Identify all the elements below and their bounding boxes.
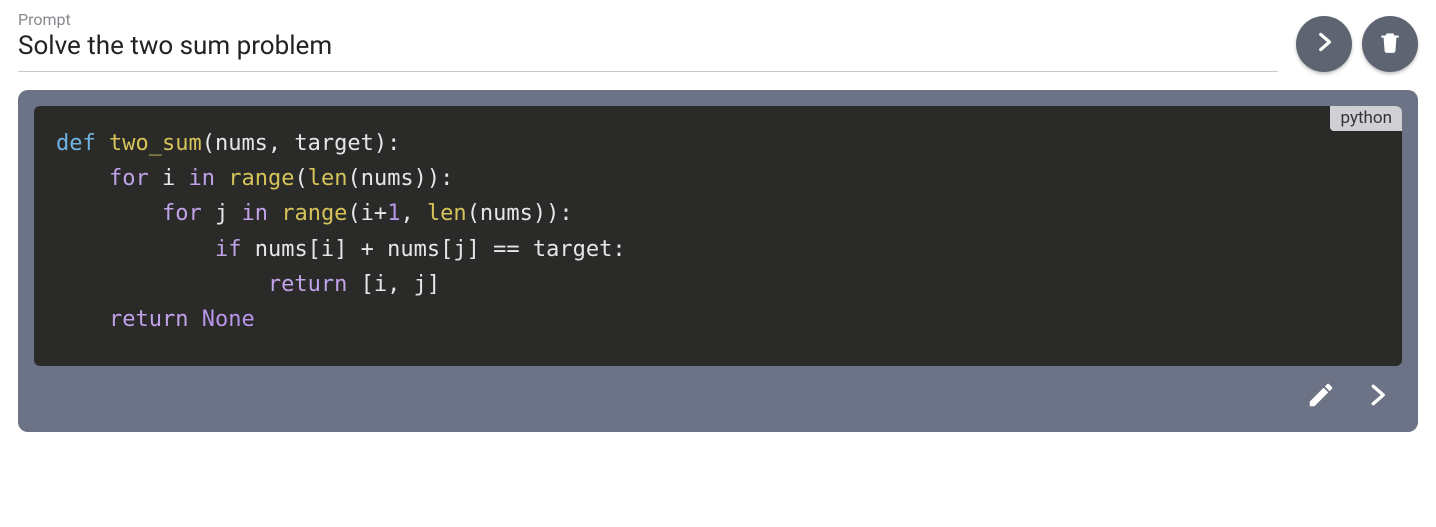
code-token: range [228,166,294,191]
prompt-text[interactable]: Solve the two sum problem [18,31,1278,73]
code-token: None [202,307,255,332]
code-token: for [162,201,215,226]
code-token: def [56,131,109,156]
code-token: [i, j] [361,272,440,297]
code-token: (nums)): [347,166,453,191]
code-token [56,307,109,332]
code-token: range [281,201,347,226]
code-token: in [241,201,281,226]
language-badge: python [1330,106,1402,131]
code-token: two_sum [109,131,202,156]
code-token [56,272,268,297]
code-token [56,166,109,191]
code-token: j [215,201,242,226]
chevron-right-icon [1362,380,1392,414]
code-token: nums[i] + nums[j] == target: [255,237,626,262]
continue-button[interactable] [1362,380,1392,414]
prompt-underline [18,71,1278,72]
code-token: in [188,166,228,191]
code-block[interactable]: def two_sum(nums, target): for i in rang… [34,106,1402,366]
pencil-icon [1306,380,1336,414]
code-token: ( [294,166,307,191]
response-card: python def two_sum(nums, target): for i … [18,90,1418,432]
code-token: len [308,166,348,191]
run-button[interactable] [1296,16,1352,72]
code-token [56,237,215,262]
chevron-right-icon [1311,29,1337,59]
code-token: (nums, target): [202,131,401,156]
code-wrap: python def two_sum(nums, target): for i … [34,106,1402,366]
code-token: if [215,237,255,262]
code-token: (nums)): [467,201,573,226]
code-token: (i+ [347,201,387,226]
prompt-label: Prompt [18,10,1278,29]
code-token: i [162,166,189,191]
code-token: return [268,272,361,297]
code-token: 1 [387,201,400,226]
code-token: , [400,201,427,226]
code-token: len [427,201,467,226]
top-actions [1296,10,1418,72]
card-actions [34,366,1402,416]
trash-icon [1377,29,1403,59]
prompt-section: Prompt Solve the two sum problem [18,10,1278,72]
code-token: for [109,166,162,191]
code-token: return [109,307,202,332]
delete-button[interactable] [1362,16,1418,72]
code-token [56,201,162,226]
edit-button[interactable] [1306,380,1336,414]
